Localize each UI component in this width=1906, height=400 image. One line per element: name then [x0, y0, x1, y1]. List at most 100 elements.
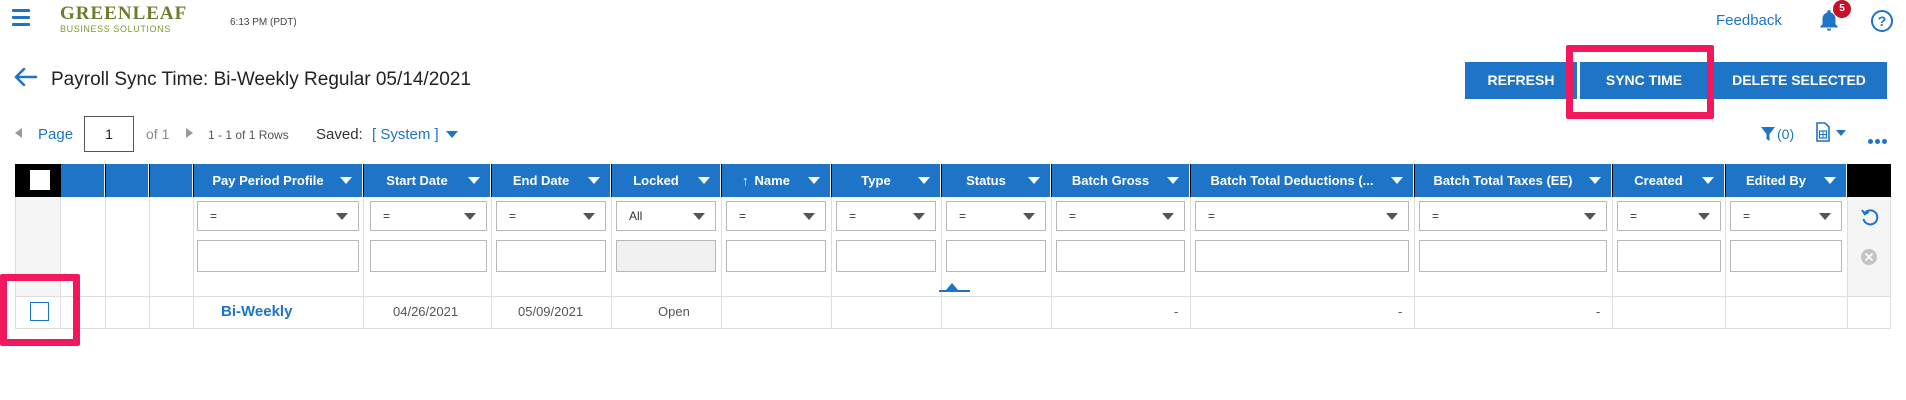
chevron-down-icon[interactable]: [918, 177, 930, 184]
more-icon[interactable]: [1868, 131, 1890, 144]
column-label: Name: [754, 173, 790, 188]
chevron-down-icon[interactable]: [446, 131, 458, 138]
column-header-created[interactable]: Created: [1613, 164, 1725, 197]
chevron-down-icon[interactable]: [1028, 177, 1040, 184]
chevron-down-icon[interactable]: [1836, 130, 1846, 136]
chevron-down-icon: [1698, 213, 1710, 220]
filter-input-batch-gross[interactable]: [1056, 240, 1185, 272]
column-label: Batch Gross: [1071, 173, 1150, 188]
filter-operator-type[interactable]: =: [836, 201, 936, 231]
grid-line: [1190, 197, 1191, 328]
chevron-down-icon[interactable]: [1824, 177, 1836, 184]
column-header-locked[interactable]: Locked: [612, 164, 721, 197]
grid-line: [1051, 197, 1052, 328]
filter-operator-end-date[interactable]: =: [496, 201, 606, 231]
logo-wordmark: GREENLEAF: [60, 3, 188, 24]
filter-operator-start-date[interactable]: =: [370, 201, 487, 231]
chevron-down-icon[interactable]: [808, 177, 820, 184]
grid-line: [149, 197, 150, 328]
back-arrow-icon[interactable]: [14, 68, 38, 86]
grid-line: [105, 197, 106, 328]
column-header-status[interactable]: Status: [942, 164, 1051, 197]
filter-input-status[interactable]: [946, 240, 1046, 272]
chevron-down-icon: [1162, 213, 1174, 220]
column-header-end-date[interactable]: End Date: [492, 164, 611, 197]
filter-input-created[interactable]: [1617, 240, 1721, 272]
row-pay-period-profile[interactable]: Bi-Weekly: [221, 296, 292, 328]
chevron-down-icon[interactable]: [1391, 177, 1403, 184]
filter-operator-value: =: [383, 209, 391, 223]
filter-operator-batch-total-deductions[interactable]: =: [1195, 201, 1409, 231]
help-icon[interactable]: ?: [1871, 10, 1893, 32]
filter-input-start-date[interactable]: [370, 240, 487, 272]
filter-input-type[interactable]: [836, 240, 936, 272]
company-logo: GREENLEAF BUSINESS SOLUTIONS: [60, 4, 200, 38]
column-header-start-date[interactable]: Start Date: [364, 164, 491, 197]
notification-badge: 5: [1833, 0, 1851, 18]
page-count: of 1: [146, 126, 170, 142]
chevron-down-icon: [1584, 213, 1596, 220]
filter-operator-edited-by[interactable]: =: [1730, 201, 1842, 231]
filter-input-batch-total-taxes[interactable]: [1419, 240, 1607, 272]
filter-operator-value: =: [959, 209, 967, 223]
filter-input-edited-by[interactable]: [1730, 240, 1842, 272]
filter-count[interactable]: (0): [1777, 126, 1794, 142]
column-header-batch-total-taxes[interactable]: Batch Total Taxes (EE): [1415, 164, 1612, 197]
filter-operator-pay-period-profile[interactable]: =: [197, 201, 359, 231]
chevron-down-icon[interactable]: [588, 177, 600, 184]
delete-selected-button[interactable]: DELETE SELECTED: [1711, 62, 1887, 99]
chevron-down-icon: [693, 213, 705, 220]
chevron-down-icon[interactable]: [698, 177, 710, 184]
grid-line: [15, 328, 1891, 329]
export-icon[interactable]: [1815, 122, 1831, 142]
header-cell-blank: [150, 164, 193, 197]
row-checkbox-highlight: [0, 274, 80, 346]
saved-view-dropdown[interactable]: [ System ]: [372, 126, 439, 143]
menu-icon[interactable]: [12, 9, 30, 27]
next-page-icon[interactable]: [186, 128, 193, 138]
chevron-down-icon[interactable]: [468, 177, 480, 184]
chevron-down-icon[interactable]: [1702, 177, 1714, 184]
filter-input-batch-total-deductions[interactable]: [1195, 240, 1409, 272]
filter-input-pay-period-profile[interactable]: [197, 240, 359, 272]
filter-operator-value: =: [210, 209, 218, 223]
filter-locked-select[interactable]: All: [616, 201, 716, 231]
column-label: Batch Total Deductions (...: [1210, 173, 1374, 188]
column-header-name[interactable]: ↑ Name: [722, 164, 831, 197]
page-number-input[interactable]: [84, 116, 134, 152]
row-batch-gross: -: [1174, 304, 1179, 319]
row-end-date: 05/09/2021: [518, 304, 584, 319]
refresh-button[interactable]: REFRESH: [1465, 62, 1577, 99]
column-header-type[interactable]: Type: [832, 164, 941, 197]
column-header-pay-period-profile[interactable]: Pay Period Profile: [194, 164, 363, 197]
grid-line: [1890, 197, 1891, 328]
filter-operator-batch-gross[interactable]: =: [1056, 201, 1185, 231]
row-batch-total-taxes: -: [1596, 304, 1601, 319]
column-header-batch-total-deductions[interactable]: Batch Total Deductions (...: [1191, 164, 1414, 197]
filter-icon[interactable]: [1760, 126, 1776, 142]
filter-operator-created[interactable]: =: [1617, 201, 1721, 231]
filter-input-name[interactable]: [726, 240, 826, 272]
column-header-batch-gross[interactable]: Batch Gross: [1052, 164, 1190, 197]
grid-line: [363, 197, 364, 328]
column-label: Status: [966, 173, 1006, 188]
header-cell-blank: [61, 164, 105, 197]
filter-operator-batch-total-taxes[interactable]: =: [1419, 201, 1607, 231]
column-header-edited-by[interactable]: Edited By: [1726, 164, 1847, 197]
filter-input-end-date[interactable]: [496, 240, 606, 272]
grid-line: [1612, 197, 1613, 328]
reset-icon[interactable]: [1860, 207, 1880, 227]
filter-operator-value: =: [849, 209, 857, 223]
filter-input-locked: [616, 240, 716, 272]
collapse-filter-icon[interactable]: [946, 283, 958, 290]
feedback-link[interactable]: Feedback: [1716, 12, 1782, 29]
clear-icon[interactable]: [1860, 248, 1878, 266]
filter-operator-name[interactable]: =: [726, 201, 826, 231]
chevron-down-icon[interactable]: [340, 177, 352, 184]
select-all-checkbox[interactable]: [30, 170, 50, 190]
filter-operator-status[interactable]: =: [946, 201, 1046, 231]
prev-page-icon[interactable]: [15, 128, 22, 138]
column-label: Edited By: [1746, 173, 1806, 188]
chevron-down-icon[interactable]: [1167, 177, 1179, 184]
chevron-down-icon[interactable]: [1589, 177, 1601, 184]
